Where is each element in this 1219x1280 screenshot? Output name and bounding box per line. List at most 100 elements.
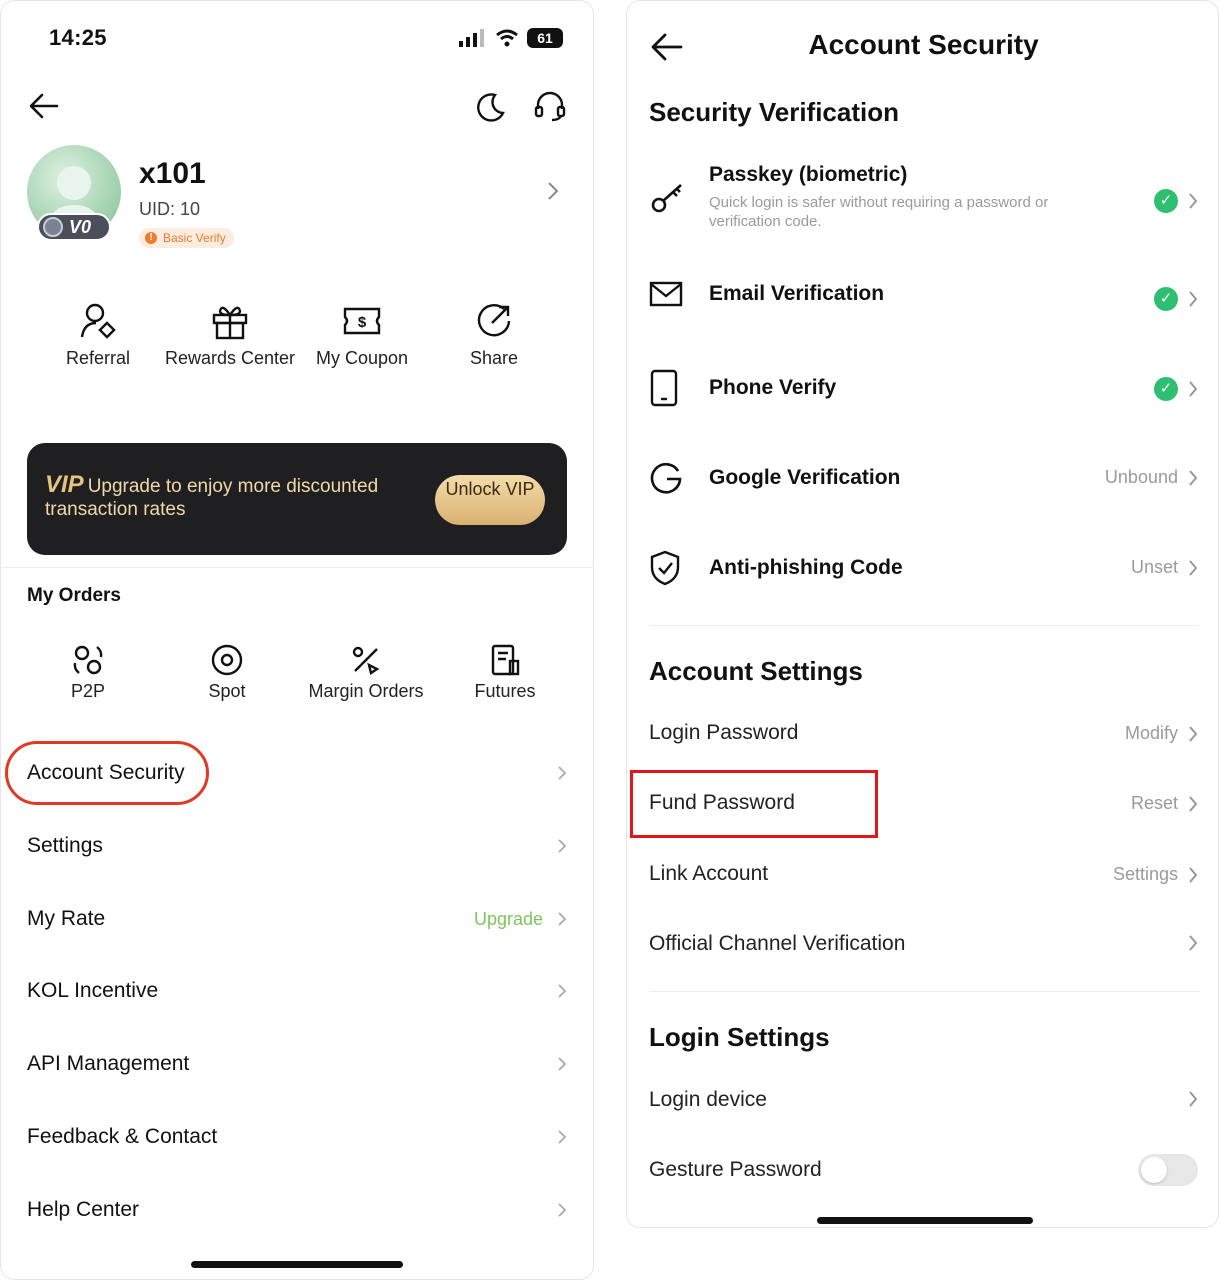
passkey-description: Quick login is safer without requiring a… bbox=[709, 194, 1049, 230]
chevron-right-icon bbox=[557, 911, 567, 927]
verify-status-badge[interactable]: ! Basic Verify bbox=[139, 228, 234, 248]
chevron-right-icon bbox=[1188, 934, 1198, 952]
email-verification-row[interactable]: Email Verification bbox=[649, 281, 1199, 307]
coupon-icon: $ bbox=[343, 307, 381, 335]
phone-status: ✓ bbox=[1154, 377, 1198, 401]
chevron-right-icon bbox=[557, 1129, 567, 1145]
security-verification-title: Security Verification bbox=[649, 97, 899, 127]
chevron-right-icon bbox=[1188, 469, 1198, 487]
login-device-action[interactable] bbox=[1188, 1090, 1198, 1108]
moon-icon[interactable] bbox=[475, 91, 507, 123]
divider bbox=[1, 567, 593, 568]
chevron-right-icon bbox=[557, 1056, 567, 1072]
profile-screen: 14:25 61 V0 x101 UID: 10 ! Basic Verify … bbox=[0, 0, 594, 1280]
p2p-icon bbox=[73, 645, 103, 675]
email-status: ✓ bbox=[1154, 287, 1198, 311]
chevron-right-icon bbox=[557, 1202, 567, 1218]
margin-orders-button[interactable]: Margin Orders bbox=[296, 643, 436, 702]
menu-my-rate[interactable]: My Rate Upgrade bbox=[27, 901, 567, 937]
menu-kol-incentive[interactable]: KOL Incentive bbox=[27, 973, 567, 1009]
highlight-annotation bbox=[5, 741, 209, 805]
my-orders-title: My Orders bbox=[27, 585, 121, 606]
menu-settings[interactable]: Settings bbox=[27, 828, 567, 864]
chevron-right-icon bbox=[1188, 1090, 1198, 1108]
status-icons: 61 bbox=[459, 28, 563, 48]
signal-icon bbox=[459, 29, 487, 47]
my-coupon-button[interactable]: $ My Coupon bbox=[292, 301, 432, 369]
menu-feedback-contact[interactable]: Feedback & Contact bbox=[27, 1119, 567, 1155]
spot-orders-button[interactable]: Spot bbox=[157, 643, 297, 702]
referral-icon bbox=[80, 303, 116, 339]
home-indicator bbox=[191, 1261, 403, 1268]
chevron-right-icon bbox=[1188, 725, 1198, 743]
chevron-right-icon bbox=[1188, 795, 1198, 813]
passkey-status: ✓ bbox=[1154, 189, 1198, 213]
chevron-right-icon bbox=[1188, 559, 1198, 577]
status-time: 14:25 bbox=[49, 25, 107, 50]
menu-help-center[interactable]: Help Center bbox=[27, 1192, 567, 1228]
anti-phishing-row[interactable]: Anti-phishing Code bbox=[649, 550, 1199, 586]
menu-api-management[interactable]: API Management bbox=[27, 1046, 567, 1082]
chevron-right-icon bbox=[557, 983, 567, 999]
check-icon: ✓ bbox=[1154, 287, 1178, 311]
chevron-right-icon[interactable] bbox=[547, 181, 559, 201]
mail-icon bbox=[649, 281, 709, 307]
futures-orders-button[interactable]: Futures bbox=[435, 643, 575, 702]
fund-password-action[interactable]: Reset bbox=[1131, 793, 1198, 814]
chevron-right-icon bbox=[557, 838, 567, 854]
chevron-right-icon bbox=[1188, 290, 1198, 308]
share-icon bbox=[477, 304, 511, 337]
key-icon bbox=[649, 179, 709, 215]
headset-icon[interactable] bbox=[533, 89, 567, 123]
account-settings-title: Account Settings bbox=[649, 656, 863, 686]
rewards-center-button[interactable]: Rewards Center bbox=[160, 301, 300, 369]
chevron-right-icon bbox=[1188, 192, 1198, 210]
check-icon: ✓ bbox=[1154, 377, 1178, 401]
spot-icon bbox=[211, 644, 243, 676]
login-device-row[interactable]: Login device bbox=[649, 1088, 767, 1112]
username: x101 bbox=[139, 157, 206, 190]
share-button[interactable]: Share bbox=[424, 301, 564, 369]
battery-icon: 61 bbox=[527, 28, 563, 48]
phone-icon bbox=[649, 369, 709, 407]
back-arrow-icon[interactable] bbox=[29, 93, 59, 119]
phone-verify-row[interactable]: Phone Verify bbox=[649, 369, 1199, 407]
login-password-action[interactable]: Modify bbox=[1125, 723, 1198, 744]
chevron-right-icon bbox=[1188, 866, 1198, 884]
login-password-row[interactable]: Login Password bbox=[649, 721, 798, 745]
p2p-orders-button[interactable]: P2P bbox=[18, 643, 158, 702]
vip-banner[interactable]: VIP Upgrade to enjoy more discounted tran… bbox=[27, 443, 567, 555]
link-account-row[interactable]: Link Account bbox=[649, 862, 768, 886]
percent-icon bbox=[352, 646, 380, 675]
vip-level-badge: V0 bbox=[37, 213, 111, 241]
shield-icon bbox=[649, 550, 709, 586]
anti-phishing-status: Unset bbox=[1131, 557, 1198, 578]
warning-icon: ! bbox=[145, 232, 157, 244]
gesture-password-row: Gesture Password bbox=[649, 1158, 822, 1181]
diamond-icon bbox=[43, 217, 63, 237]
user-uid: UID: 10 bbox=[139, 199, 201, 219]
official-channel-verification-row[interactable]: Official Channel Verification bbox=[649, 932, 905, 956]
upgrade-link[interactable]: Upgrade bbox=[474, 909, 543, 930]
wifi-icon bbox=[495, 29, 519, 47]
google-status: Unbound bbox=[1105, 467, 1198, 488]
chevron-right-icon bbox=[1188, 380, 1198, 398]
gift-icon bbox=[212, 306, 248, 340]
page-title: Account Security bbox=[808, 29, 1039, 60]
highlight-annotation bbox=[630, 770, 878, 838]
gesture-password-toggle[interactable] bbox=[1138, 1154, 1198, 1186]
passkey-row[interactable]: Passkey (biometric) Quick login is safer… bbox=[649, 163, 1199, 231]
toggle-knob bbox=[1141, 1157, 1167, 1183]
check-icon: ✓ bbox=[1154, 189, 1178, 213]
vip-banner-text: VIP Upgrade to enjoy more discounted tran… bbox=[45, 471, 379, 521]
google-icon bbox=[649, 461, 709, 495]
link-account-action[interactable]: Settings bbox=[1113, 864, 1198, 885]
svg-text:$: $ bbox=[358, 314, 367, 331]
unlock-vip-button[interactable]: Unlock VIP bbox=[435, 475, 545, 525]
home-indicator bbox=[817, 1217, 1033, 1224]
official-channel-action[interactable] bbox=[1188, 934, 1198, 952]
referral-button[interactable]: Referral bbox=[28, 301, 168, 369]
document-icon bbox=[491, 644, 520, 676]
account-security-screen: Account Security Security Verification P… bbox=[626, 0, 1219, 1228]
chevron-right-icon bbox=[557, 765, 567, 781]
